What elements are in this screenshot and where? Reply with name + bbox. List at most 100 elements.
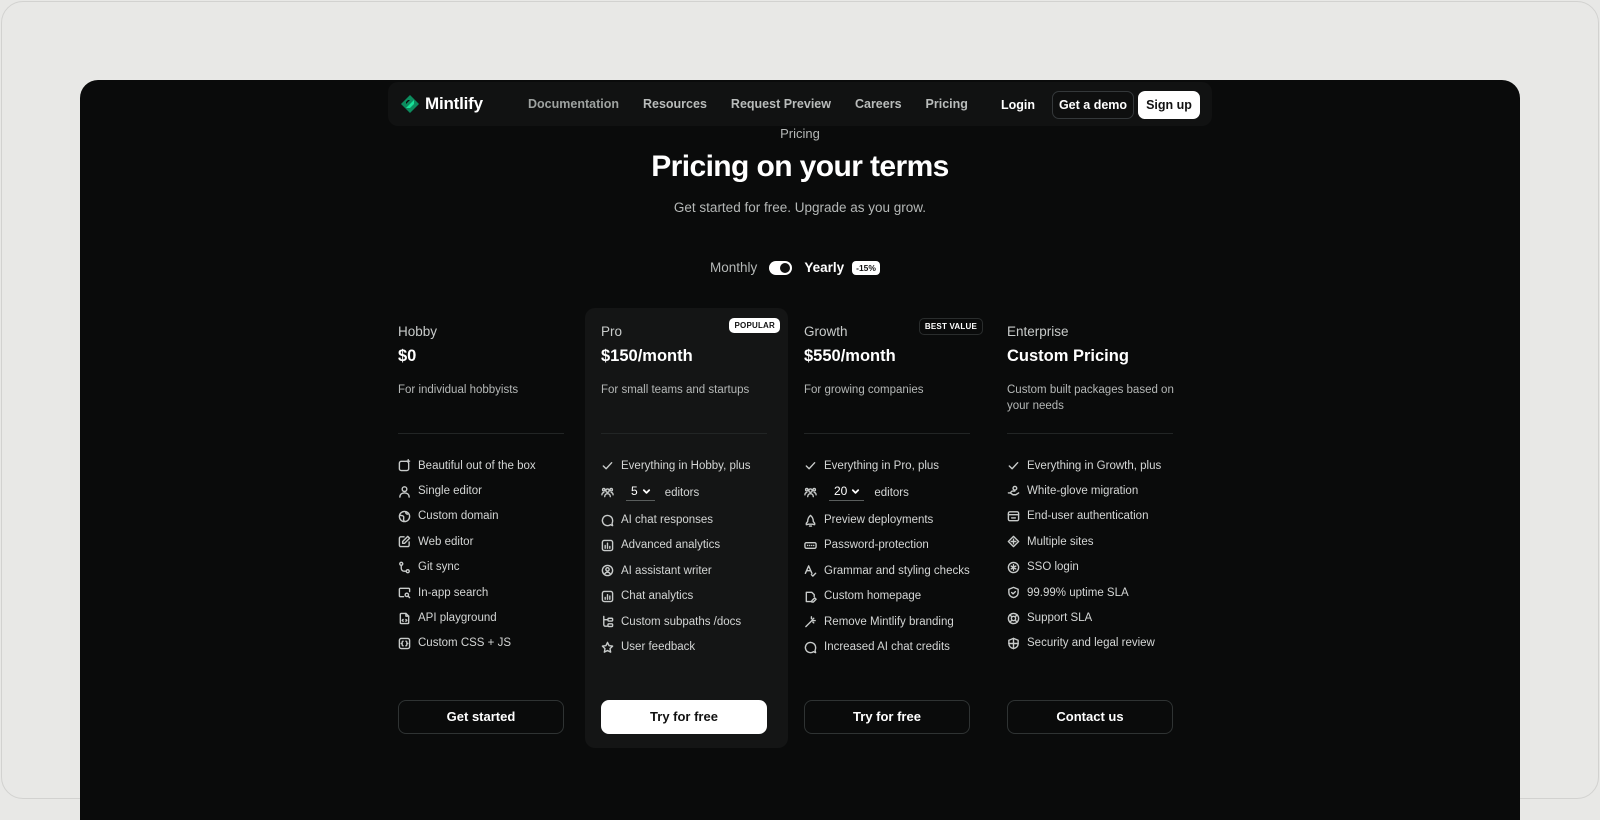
billing-monthly-label[interactable]: Monthly bbox=[710, 260, 757, 275]
get-demo-button[interactable]: Get a demo bbox=[1052, 91, 1134, 119]
feature-item: Support SLA bbox=[1007, 605, 1192, 630]
wand-icon bbox=[805, 616, 816, 628]
feature-list: Everything in Growth, plus White-glove m… bbox=[1007, 453, 1192, 656]
login-link[interactable]: Login bbox=[1001, 98, 1035, 112]
nav-link-resources[interactable]: Resources bbox=[643, 97, 707, 111]
plan-price: $550/month bbox=[804, 347, 896, 365]
home-edit-icon bbox=[805, 591, 817, 603]
plan-divider bbox=[1007, 433, 1173, 434]
feature-text: Password-protection bbox=[824, 539, 929, 552]
plan-name: Pro bbox=[601, 324, 623, 339]
hand-icon bbox=[1007, 485, 1020, 496]
brand-name: Mintlify bbox=[425, 94, 483, 113]
feature-text: Web editor bbox=[418, 535, 474, 548]
feature-item: 5 editors bbox=[601, 478, 786, 507]
feature-item: White-glove migration bbox=[1007, 478, 1192, 503]
feature-text: User feedback bbox=[621, 641, 696, 654]
browser-viewport: Mintlify Documentation Resources Request… bbox=[80, 80, 1520, 820]
feature-item: Single editor bbox=[398, 478, 583, 503]
feature-text: SSO login bbox=[1027, 561, 1079, 574]
feature-item: AI assistant writer bbox=[601, 558, 786, 583]
editors-suffix: editors bbox=[874, 486, 909, 499]
team-icon bbox=[601, 488, 614, 498]
feature-text: Support SLA bbox=[1027, 612, 1093, 625]
sparkle-box-icon bbox=[398, 459, 411, 472]
billing-toggle: Monthly Yearly -15% bbox=[80, 260, 1520, 275]
contact-us-button[interactable]: Contact us bbox=[1007, 700, 1173, 734]
plan-description: For growing companies bbox=[804, 384, 924, 396]
plan-card-pro: POPULAR Pro $150/month For small teams a… bbox=[585, 308, 788, 748]
feature-item: Custom domain bbox=[398, 504, 583, 529]
feature-item: Custom CSS + JS bbox=[398, 631, 583, 656]
editors-select[interactable]: 20 bbox=[829, 484, 865, 502]
feature-text: Advanced analytics bbox=[621, 539, 721, 552]
plan-name: Enterprise bbox=[1007, 324, 1069, 339]
feature-text: API playground bbox=[418, 612, 497, 625]
feature-text: Chat analytics bbox=[621, 590, 694, 603]
popular-badge: POPULAR bbox=[729, 318, 780, 333]
plan-description: For individual hobbyists bbox=[398, 384, 519, 396]
billing-yearly-label[interactable]: Yearly bbox=[804, 260, 844, 275]
plan-divider bbox=[601, 433, 767, 434]
plan-price: $0 bbox=[398, 347, 417, 365]
feature-text: In-app search bbox=[418, 586, 489, 599]
top-navbar: Mintlify Documentation Resources Request… bbox=[388, 82, 1212, 126]
feature-item: Everything in Hobby, plus bbox=[601, 453, 786, 478]
feature-text: Increased AI chat credits bbox=[824, 641, 950, 654]
feature-item: Advanced analytics bbox=[601, 533, 786, 558]
feature-intro: Everything in Pro, plus bbox=[824, 459, 940, 472]
yearly-discount-badge: -15% bbox=[852, 260, 880, 275]
nav-link-pricing[interactable]: Pricing bbox=[926, 97, 968, 111]
nav-link-request-preview[interactable]: Request Preview bbox=[731, 97, 831, 111]
best-value-badge: BEST VALUE bbox=[918, 318, 983, 335]
plan-divider bbox=[398, 433, 564, 434]
feature-item: Password-protection bbox=[804, 533, 989, 558]
editors-select[interactable]: 5 bbox=[626, 484, 655, 502]
bot-icon bbox=[601, 565, 614, 577]
plan-card-hobby: Hobby $0 For individual hobbyists Beauti… bbox=[382, 308, 585, 748]
editors-select-value: 20 bbox=[834, 484, 848, 499]
feature-text: Preview deployments bbox=[824, 514, 934, 527]
feature-item: Everything in Growth, plus bbox=[1007, 453, 1192, 478]
feature-intro: Everything in Hobby, plus bbox=[621, 459, 751, 472]
billing-switch[interactable] bbox=[769, 260, 793, 275]
shield-check-icon bbox=[1008, 586, 1019, 599]
nav-link-documentation[interactable]: Documentation bbox=[528, 97, 619, 111]
feature-item: Everything in Pro, plus bbox=[804, 453, 989, 478]
brand-logo[interactable]: Mintlify bbox=[400, 94, 483, 114]
sites-icon bbox=[1007, 536, 1020, 548]
page-title: Pricing on your terms bbox=[651, 150, 949, 183]
sso-icon bbox=[1007, 561, 1020, 574]
pro-try-free-button[interactable]: Try for free bbox=[601, 700, 767, 734]
feature-text: AI chat responses bbox=[621, 514, 714, 527]
feature-list: Everything in Pro, plus 20 editors Previ… bbox=[804, 453, 989, 660]
feature-text: Remove Mintlify branding bbox=[824, 615, 954, 628]
feature-item: Chat analytics bbox=[601, 584, 786, 609]
feature-item: Preview deployments bbox=[804, 507, 989, 532]
sign-up-button[interactable]: Sign up bbox=[1138, 91, 1200, 119]
feature-item: Multiple sites bbox=[1007, 529, 1192, 554]
plan-description: For small teams and startups bbox=[601, 384, 750, 396]
user-icon bbox=[399, 485, 410, 498]
pencil-icon bbox=[398, 536, 411, 548]
get-started-button[interactable]: Get started bbox=[398, 700, 564, 734]
team-icon bbox=[804, 488, 817, 498]
feature-item: Custom homepage bbox=[804, 584, 989, 609]
nav-link-careers[interactable]: Careers bbox=[855, 97, 902, 111]
page-subtitle: Get started for free. Upgrade as you gro… bbox=[673, 200, 927, 215]
feature-item: 20 editors bbox=[804, 478, 989, 507]
password-icon bbox=[804, 541, 817, 549]
feature-item: Git sync bbox=[398, 555, 583, 580]
folder-tree-icon bbox=[603, 615, 614, 628]
plan-price: $150/month bbox=[601, 347, 693, 365]
plan-name: Hobby bbox=[398, 324, 438, 339]
check-icon bbox=[602, 462, 613, 470]
chevron-down-icon bbox=[642, 489, 650, 494]
feature-item: Security and legal review bbox=[1007, 631, 1192, 656]
growth-try-free-button[interactable]: Try for free bbox=[804, 700, 970, 734]
feature-text: Security and legal review bbox=[1027, 637, 1155, 650]
editors-select-value: 5 bbox=[631, 484, 638, 499]
star-icon bbox=[601, 641, 614, 653]
feature-list: Beautiful out of the box Single editor C… bbox=[398, 453, 583, 656]
file-code-icon bbox=[399, 612, 410, 624]
